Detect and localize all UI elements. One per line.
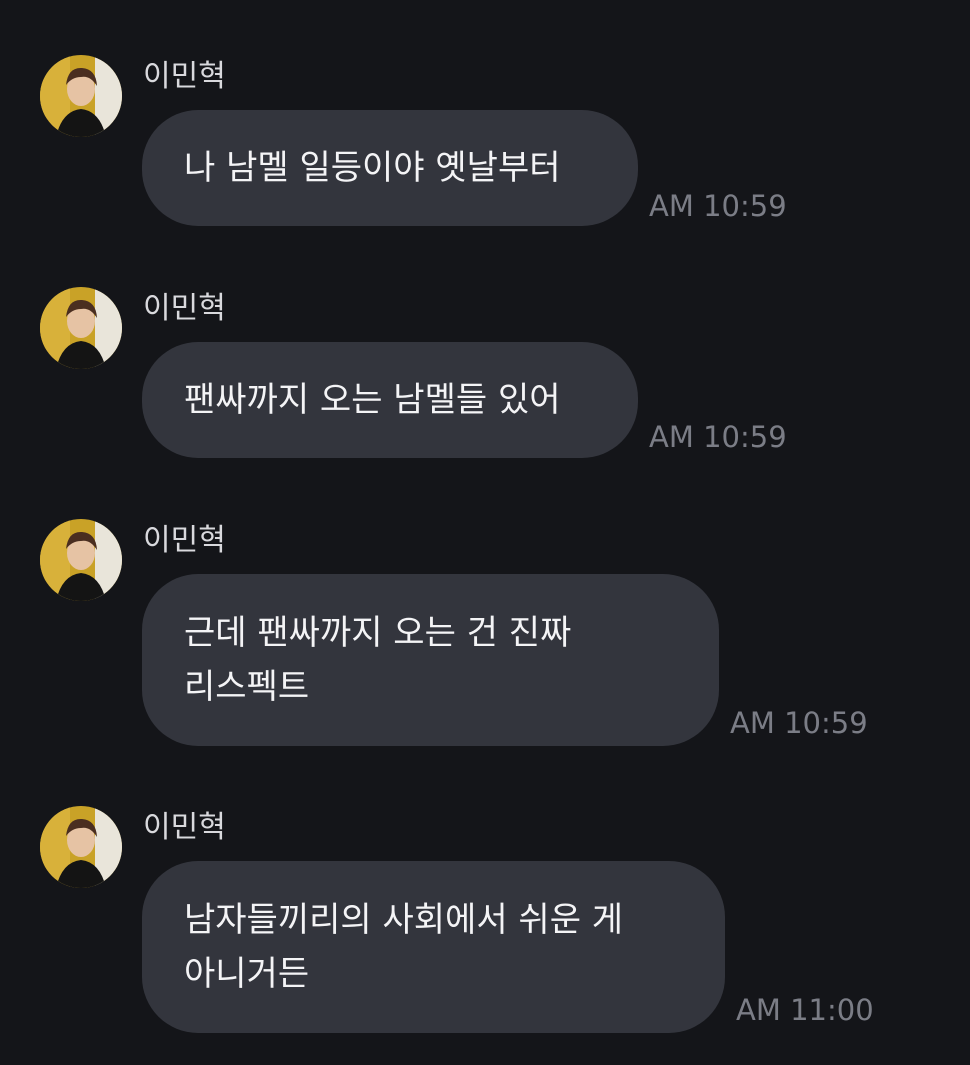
message-timestamp: AM 10:59	[730, 706, 868, 740]
message-text-line: 리스펙트	[184, 667, 310, 707]
sender-avatar[interactable]	[40, 519, 122, 601]
sender-name: 이민혁	[143, 810, 226, 845]
message-text-line: 아니거든	[184, 954, 310, 994]
sender-avatar[interactable]	[40, 55, 122, 137]
message-text-line: 근데 팬싸까지 오는 건 진짜	[184, 613, 572, 653]
sender-name: 이민혁	[143, 291, 226, 326]
message-timestamp: AM 10:59	[649, 420, 787, 454]
sender-avatar[interactable]	[40, 287, 122, 369]
message-text-line: 남자들끼리의 사회에서 쉬운 게	[184, 900, 624, 940]
message-text-line: 나 남멜 일등이야 옛날부터	[184, 148, 561, 188]
sender-name: 이민혁	[143, 523, 226, 558]
chat-message-list[interactable]: 이민혁 나 남멜 일등이야 옛날부터 AM 10:59 이민혁 팬싸까지 오는 …	[0, 0, 970, 1065]
sender-name: 이민혁	[143, 59, 226, 94]
sender-avatar[interactable]	[40, 806, 122, 888]
message-bubble[interactable]: 남자들끼리의 사회에서 쉬운 게 아니거든	[142, 861, 725, 1033]
message-bubble[interactable]: 나 남멜 일등이야 옛날부터	[142, 110, 638, 226]
message-timestamp: AM 10:59	[649, 189, 787, 223]
message-bubble[interactable]: 팬싸까지 오는 남멜들 있어	[142, 342, 638, 458]
message-text-line: 팬싸까지 오는 남멜들 있어	[184, 380, 561, 420]
message-bubble[interactable]: 근데 팬싸까지 오는 건 진짜 리스펙트	[142, 574, 719, 746]
message-timestamp: AM 11:00	[736, 993, 874, 1027]
